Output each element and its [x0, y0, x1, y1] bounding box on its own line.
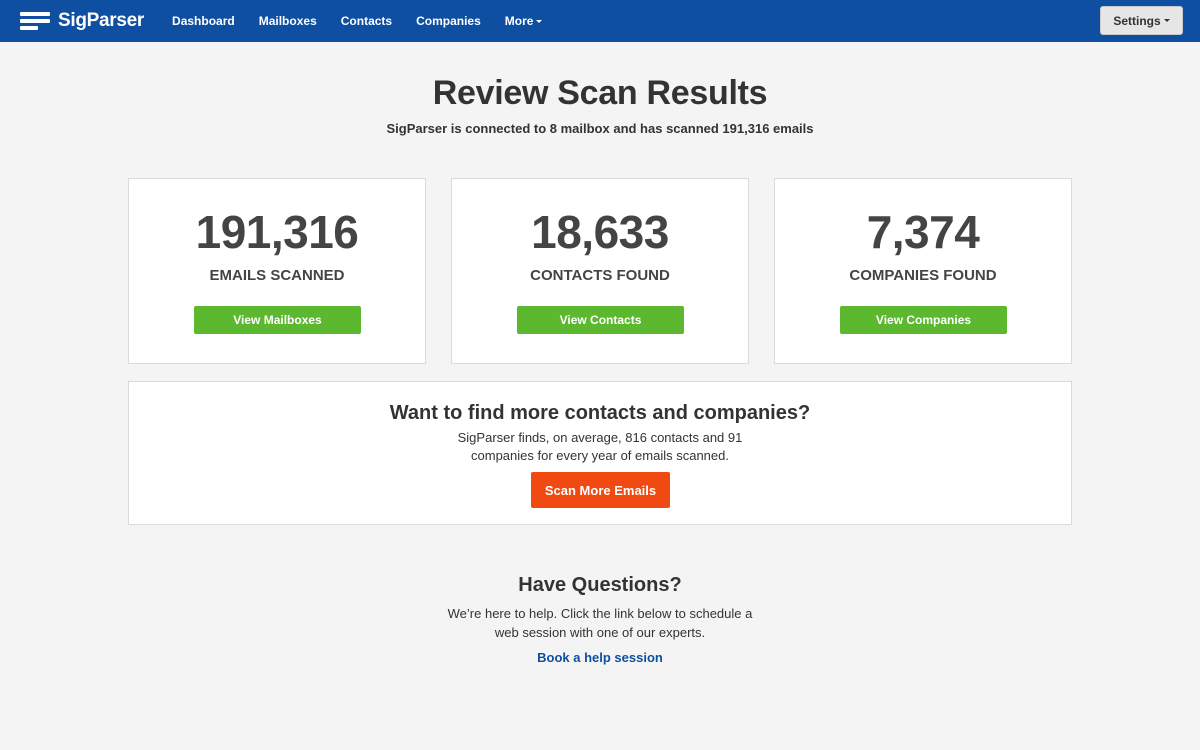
nav-dashboard[interactable]: Dashboard	[160, 14, 247, 28]
book-help-session-link[interactable]: Book a help session	[537, 650, 663, 665]
caret-down-icon	[1163, 19, 1170, 22]
stat-number: 18,633	[531, 206, 669, 258]
page-title: Review Scan Results	[432, 74, 768, 112]
questions-title: Have Questions?	[518, 574, 682, 596]
stat-label: CONTACTS FOUND	[530, 267, 670, 284]
nav-companies[interactable]: Companies	[404, 14, 493, 28]
nav-links: Dashboard Mailboxes Contacts Companies M…	[160, 0, 554, 42]
scan-more-emails-button[interactable]: Scan More Emails	[531, 472, 670, 508]
nav-contacts[interactable]: Contacts	[329, 14, 404, 28]
help-link-row: Book a help session	[0, 650, 1200, 665]
stat-card-emails: 191,316 EMAILS SCANNED View Mailboxes	[128, 178, 426, 364]
questions-line-2: web session with one of our experts.	[494, 625, 706, 640]
settings-dropdown-button[interactable]: Settings	[1100, 6, 1183, 35]
view-companies-button[interactable]: View Companies	[840, 306, 1007, 334]
questions-text: We’re here to help. Click the link below…	[0, 604, 1200, 642]
nav-more-label: More	[504, 14, 534, 28]
questions-line-1: We’re here to help. Click the link below…	[447, 606, 753, 621]
brand-name: SigParser	[58, 10, 145, 31]
stat-label: COMPANIES FOUND	[849, 267, 997, 284]
stat-card-companies: 7,374 COMPANIES FOUND View Companies	[774, 178, 1072, 364]
page-subtitle: SigParser is connected to 8 mailbox and …	[386, 121, 814, 136]
find-more-line-2: companies for every year of emails scann…	[471, 448, 729, 463]
caret-down-icon	[536, 20, 543, 24]
stat-card-contacts: 18,633 CONTACTS FOUND View Contacts	[451, 178, 749, 364]
brand-logo-link[interactable]: SigParser	[20, 0, 144, 42]
find-more-line-1: SigParser finds, on average, 816 contact…	[457, 430, 743, 445]
find-more-card: Want to find more contacts and companies…	[128, 381, 1072, 525]
stat-label: EMAILS SCANNED	[209, 267, 345, 284]
settings-label: Settings	[1113, 13, 1161, 28]
nav-mailboxes[interactable]: Mailboxes	[247, 14, 329, 28]
find-more-title: Want to find more contacts and companies…	[389, 402, 811, 424]
sigparser-logo-icon	[20, 10, 52, 32]
stat-number: 191,316	[195, 206, 359, 258]
find-more-text: SigParser finds, on average, 816 contact…	[129, 429, 1071, 465]
view-mailboxes-button[interactable]: View Mailboxes	[194, 306, 361, 334]
view-contacts-button[interactable]: View Contacts	[517, 306, 684, 334]
top-navbar: SigParser Dashboard Mailboxes Contacts C…	[0, 0, 1200, 42]
nav-more-dropdown[interactable]: More	[493, 14, 555, 28]
stat-number: 7,374	[866, 206, 980, 258]
